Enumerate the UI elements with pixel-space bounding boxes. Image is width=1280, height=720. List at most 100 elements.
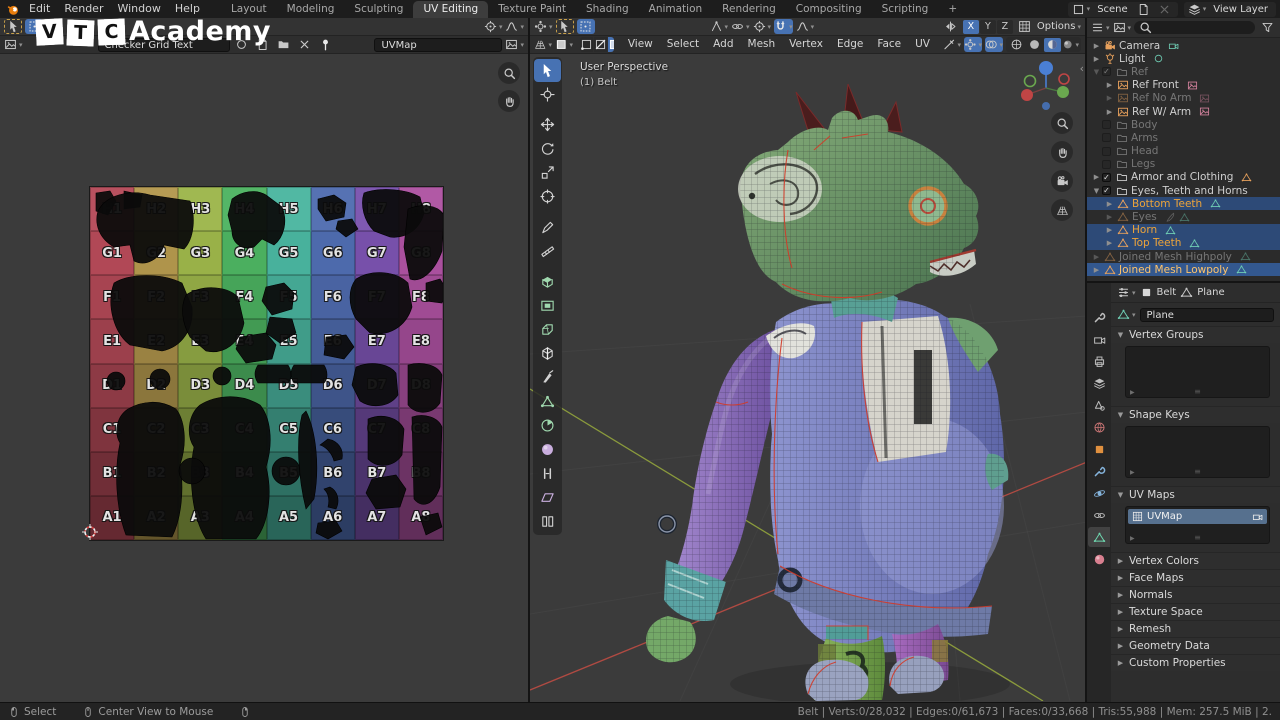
- panel-header-face-maps[interactable]: ▶Face Maps: [1111, 569, 1280, 586]
- outliner-row-armor-and-clothing[interactable]: ▶✓Armor and Clothing: [1087, 171, 1280, 184]
- outliner-row-legs[interactable]: Legs: [1087, 158, 1280, 171]
- datablock-name-field[interactable]: Plane: [1140, 308, 1274, 322]
- uv-pan-button[interactable]: [498, 90, 520, 112]
- outliner-filter-icon[interactable]: [1091, 20, 1110, 35]
- properties-tab-tool[interactable]: [1088, 307, 1110, 327]
- tool-move[interactable]: [534, 113, 561, 136]
- tool-scale[interactable]: [534, 161, 561, 184]
- outliner-row-horn[interactable]: ▶Horn: [1087, 224, 1280, 237]
- vp-active-tool-button[interactable]: [556, 19, 574, 34]
- tool-poly-build[interactable]: [534, 390, 561, 413]
- outliner-row-ref-front[interactable]: ▶Ref Front: [1087, 79, 1280, 92]
- uv-select-box-icon[interactable]: [25, 19, 43, 34]
- tab-layout[interactable]: Layout: [221, 1, 277, 18]
- mirror-y-button[interactable]: Y: [980, 20, 996, 34]
- tab--[interactable]: +: [938, 1, 967, 18]
- uvmap-field[interactable]: UVMap: [374, 38, 502, 52]
- panel-header-remesh[interactable]: ▶Remesh: [1111, 620, 1280, 637]
- tool-extrude-region[interactable]: [534, 270, 561, 293]
- overlays-toggle-icon[interactable]: [985, 37, 1003, 52]
- mode-dropdown[interactable]: [555, 37, 573, 52]
- wireframe-shading-button[interactable]: [1008, 38, 1025, 52]
- outliner-row-top-teeth[interactable]: ▶Top Teeth: [1087, 237, 1280, 250]
- collection-checkbox[interactable]: [1102, 120, 1111, 129]
- expander-icon[interactable]: ▶: [1091, 253, 1102, 261]
- region-collapse-arrow[interactable]: ‹: [1080, 62, 1084, 75]
- panel-header-custom-properties[interactable]: ▶Custom Properties: [1111, 654, 1280, 671]
- vp-pan-button[interactable]: [1051, 141, 1073, 163]
- properties-tab-material[interactable]: [1088, 549, 1110, 569]
- properties-tab-constraints[interactable]: [1088, 505, 1110, 525]
- panel-list-uv-maps[interactable]: UVMap▶≡: [1125, 506, 1270, 544]
- panel-list-vertex-groups[interactable]: ▶≡: [1125, 346, 1270, 398]
- tool-smooth[interactable]: [534, 438, 561, 461]
- properties-tab-modifiers[interactable]: [1088, 461, 1110, 481]
- expander-icon[interactable]: ▼: [1091, 187, 1102, 195]
- mirror-z-button[interactable]: Z: [997, 20, 1013, 34]
- gizmos-toggle-icon[interactable]: [964, 37, 982, 52]
- prop-edit-falloff-icon[interactable]: [796, 19, 815, 34]
- expander-icon[interactable]: ▶: [1104, 200, 1115, 208]
- snap-magnet-icon[interactable]: [774, 19, 793, 34]
- outliner-row-eyes[interactable]: ▶Eyes: [1087, 210, 1280, 223]
- outliner-row-light[interactable]: ▶Light: [1087, 52, 1280, 65]
- view-layer-selector[interactable]: View Layer: [1184, 2, 1276, 17]
- tool-inset-faces[interactable]: [534, 294, 561, 317]
- outliner-row-body[interactable]: Body: [1087, 118, 1280, 131]
- outliner-display-mode-icon[interactable]: [1113, 20, 1132, 35]
- tool-transform[interactable]: [534, 185, 561, 208]
- tab-shading[interactable]: Shading: [576, 1, 639, 18]
- breadcrumb-data[interactable]: Plane: [1197, 287, 1224, 298]
- panel-header-vertex-groups[interactable]: ▼Vertex Groups: [1111, 326, 1280, 343]
- uv-pivot-icon[interactable]: [484, 19, 503, 34]
- list-resize-grip[interactable]: ≡: [1194, 467, 1201, 476]
- tool-bevel[interactable]: [534, 318, 561, 341]
- delete-scene-icon[interactable]: [1156, 2, 1174, 17]
- unlink-image-icon[interactable]: [233, 37, 251, 52]
- uv-active-tool-button[interactable]: [4, 19, 22, 34]
- tool-rotate[interactable]: [534, 137, 561, 160]
- collection-checkbox[interactable]: ✓: [1102, 67, 1111, 76]
- vertex-mode-button[interactable]: [580, 37, 593, 52]
- tab-uv-editing[interactable]: UV Editing: [413, 1, 488, 18]
- vp-menu-select[interactable]: Select: [660, 36, 706, 53]
- tool-spin[interactable]: [534, 414, 561, 437]
- properties-tab-physics[interactable]: [1088, 483, 1110, 503]
- menu-help[interactable]: Help: [168, 0, 207, 18]
- expander-icon[interactable]: ▶: [1104, 108, 1115, 116]
- outliner-row-ref-no-arm[interactable]: ▶Ref No Arm: [1087, 92, 1280, 105]
- uv-canvas[interactable]: H1H2H3H4H5H6H7H8G1G2G3G4G5G6G7G8F1F2F3F4…: [0, 54, 528, 701]
- pivot-point-icon[interactable]: [753, 19, 772, 34]
- collection-checkbox[interactable]: ✓: [1102, 173, 1111, 182]
- menu-window[interactable]: Window: [110, 0, 167, 18]
- solid-shading-button[interactable]: [1026, 38, 1043, 52]
- outliner-filter-funnel-icon[interactable]: [1258, 20, 1276, 35]
- uv-zoom-button[interactable]: [498, 62, 520, 84]
- edge-mode-button[interactable]: [594, 37, 607, 52]
- vp-menu-face[interactable]: Face: [870, 36, 908, 53]
- menu-edit[interactable]: Edit: [22, 0, 57, 18]
- vp-menu-add[interactable]: Add: [706, 36, 740, 53]
- tool-measure[interactable]: [534, 240, 561, 263]
- properties-tab-world[interactable]: [1088, 417, 1110, 437]
- panel-header-texture-space[interactable]: ▶Texture Space: [1111, 603, 1280, 620]
- tool-loop-cut[interactable]: [534, 342, 561, 365]
- panel-header-geometry-data[interactable]: ▶Geometry Data: [1111, 637, 1280, 654]
- vp-zoom-button[interactable]: [1051, 112, 1073, 134]
- tool-cursor[interactable]: [534, 83, 561, 106]
- outliner-row-ref[interactable]: ▼✓Ref: [1087, 65, 1280, 78]
- outliner-row-arms[interactable]: Arms: [1087, 131, 1280, 144]
- tool-shear[interactable]: [534, 486, 561, 509]
- vp-canvas[interactable]: User Perspective (1) Belt: [530, 54, 1085, 701]
- properties-tab-object-data[interactable]: [1088, 527, 1110, 547]
- rendered-shading-button[interactable]: [1062, 38, 1079, 52]
- properties-editor-icon[interactable]: [1117, 285, 1136, 300]
- panel-header-normals[interactable]: ▶Normals: [1111, 586, 1280, 603]
- outliner-row-bottom-teeth[interactable]: ▶Bottom Teeth: [1087, 197, 1280, 210]
- outliner-row-head[interactable]: Head: [1087, 145, 1280, 158]
- menu-render[interactable]: Render: [57, 0, 110, 18]
- tab-animation[interactable]: Animation: [639, 1, 713, 18]
- vp-menu-edge[interactable]: Edge: [830, 36, 870, 53]
- snap-target-icon[interactable]: [731, 19, 750, 34]
- datablock-selector[interactable]: Plane: [1117, 307, 1274, 322]
